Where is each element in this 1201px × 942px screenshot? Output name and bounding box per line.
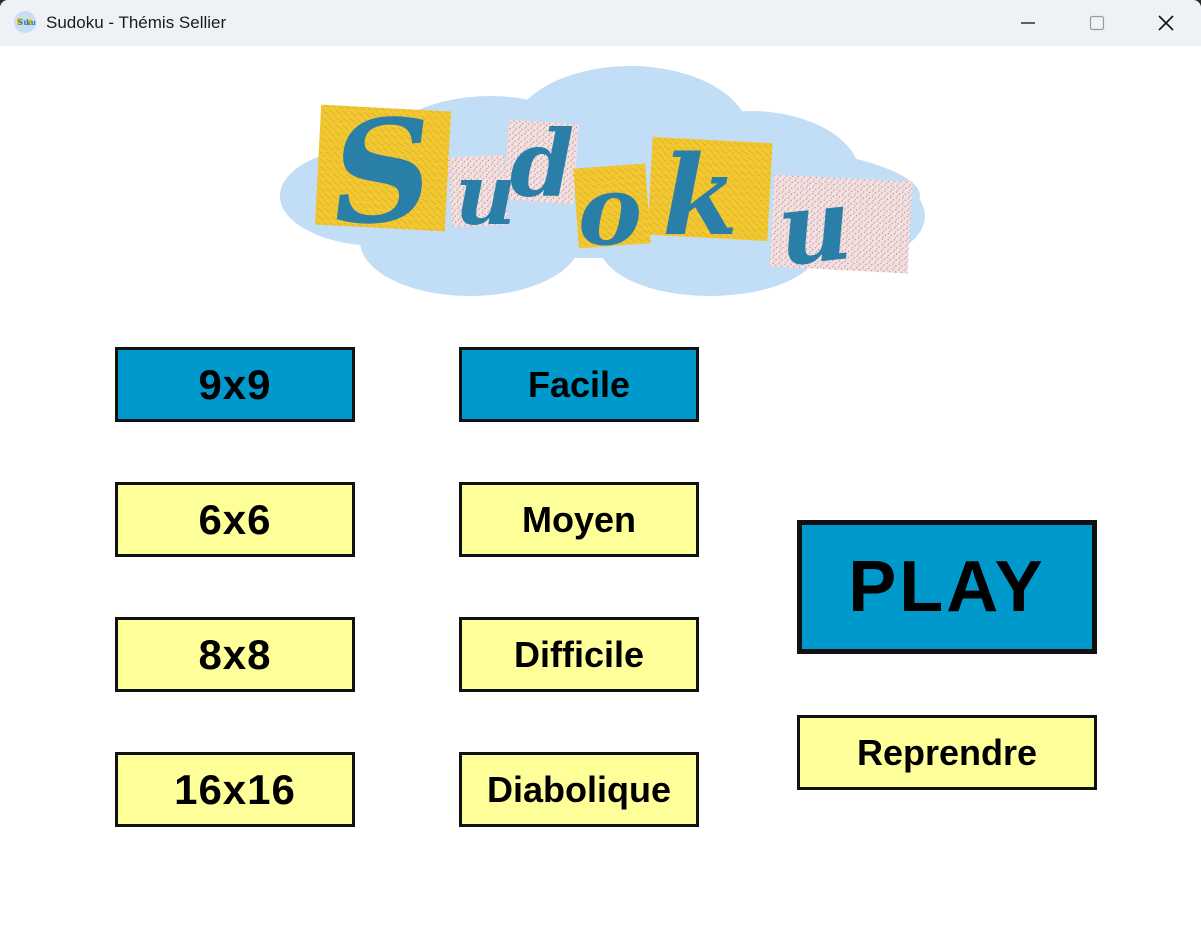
grid-size-16x16-button[interactable]: 16x16 [115, 752, 355, 827]
close-button[interactable] [1131, 0, 1201, 46]
minimize-button[interactable] [993, 0, 1063, 46]
sudoku-app-icon: Su ku [14, 11, 36, 33]
difficulty-moyen-button[interactable]: Moyen [459, 482, 699, 557]
resume-button[interactable]: Reprendre [797, 715, 1097, 790]
app-window: Su ku Sudoku - Thémis Sellier S u d o k … [0, 0, 1201, 942]
sudoku-logo: S u d o k u [280, 66, 925, 296]
title-bar[interactable]: Su ku Sudoku - Thémis Sellier [0, 0, 1201, 46]
svg-text:u: u [772, 164, 857, 289]
maximize-button[interactable] [1062, 0, 1132, 46]
window-title: Sudoku - Thémis Sellier [46, 13, 227, 32]
close-icon [1158, 15, 1174, 31]
grid-size-6x6-button[interactable]: 6x6 [115, 482, 355, 557]
minimize-icon [1021, 22, 1035, 24]
maximize-icon [1089, 15, 1105, 31]
difficulty-diabolique-button[interactable]: Diabolique [459, 752, 699, 827]
grid-size-8x8-button[interactable]: 8x8 [115, 617, 355, 692]
play-button[interactable]: PLAY [797, 520, 1097, 654]
main-menu: S u d o k u 9x9 6x6 8x8 16x16 Facile Moy… [0, 46, 1201, 942]
svg-text:S: S [326, 88, 438, 259]
svg-text:o: o [578, 154, 642, 267]
grid-size-9x9-button[interactable]: 9x9 [115, 347, 355, 422]
svg-text:u: u [455, 145, 516, 244]
difficulty-difficile-button[interactable]: Difficile [459, 617, 699, 692]
svg-text:d: d [510, 110, 574, 218]
difficulty-facile-button[interactable]: Facile [459, 347, 699, 422]
svg-text:ku: ku [26, 18, 36, 27]
svg-text:k: k [662, 131, 738, 260]
